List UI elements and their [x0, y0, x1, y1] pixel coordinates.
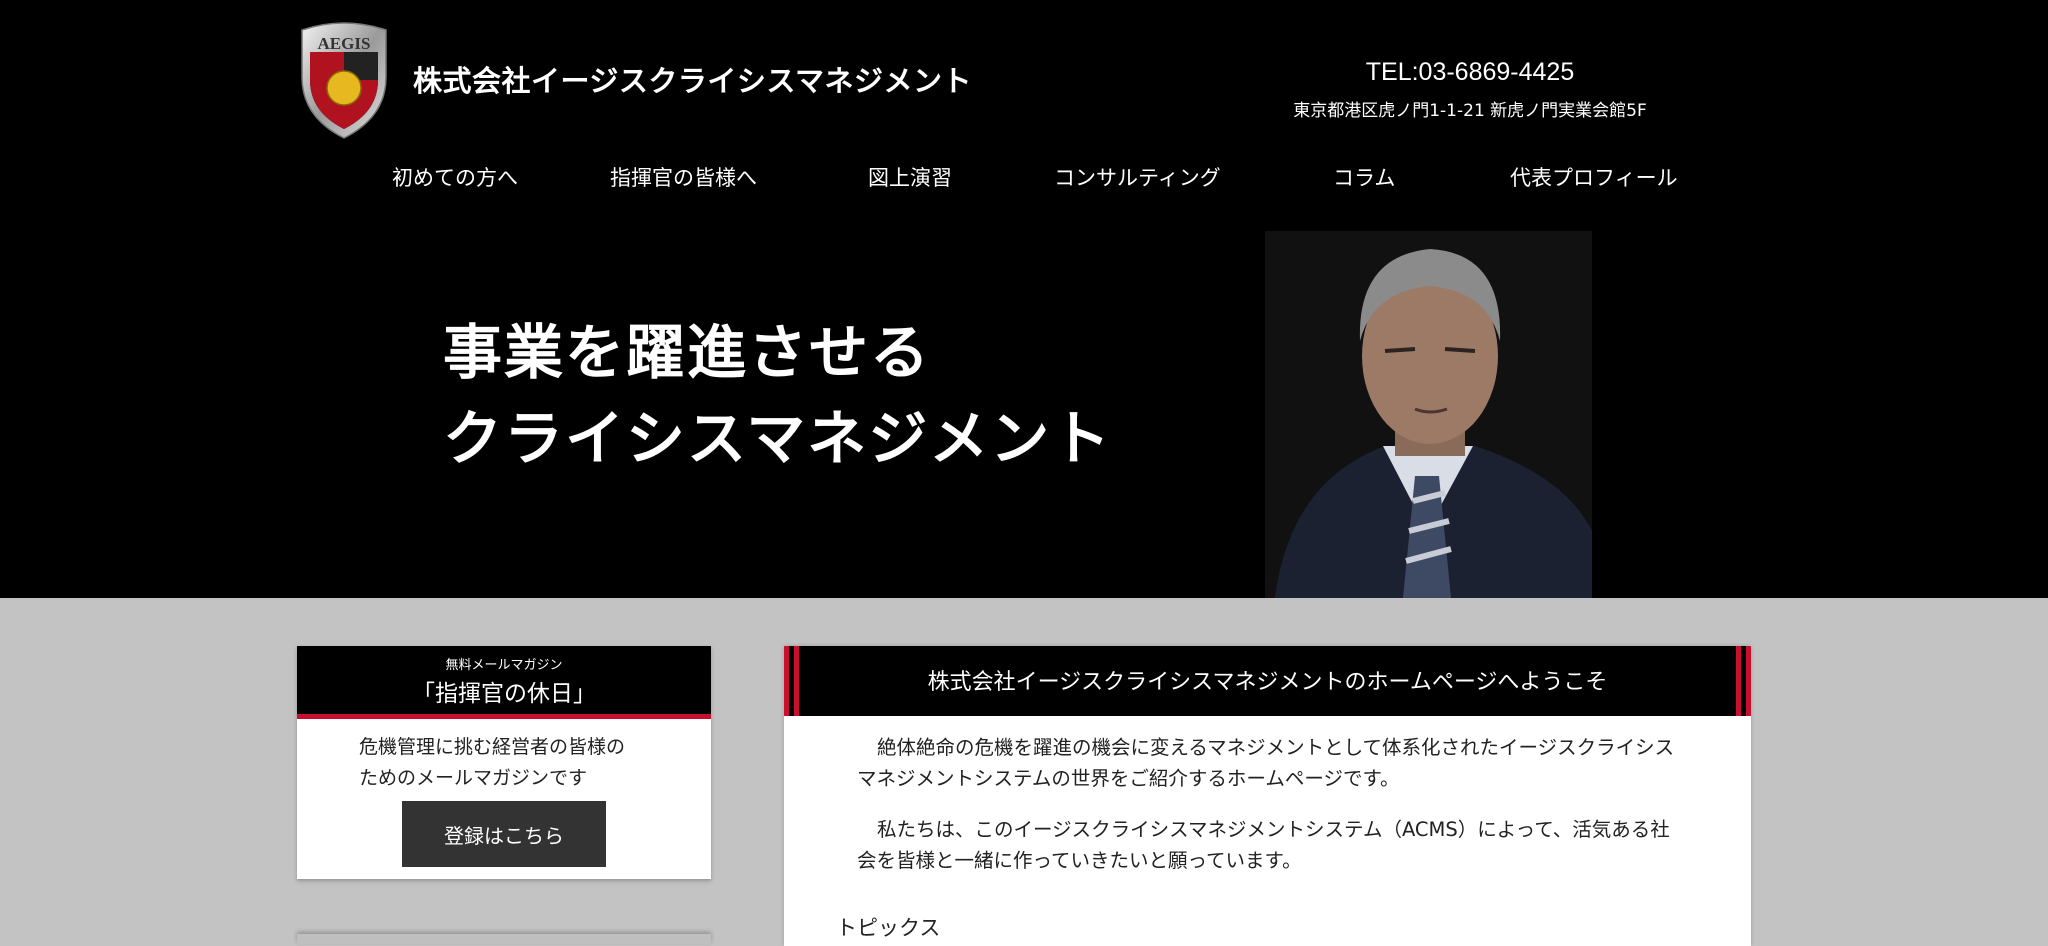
nav-item-tabletop-exercise[interactable]: 図上演習 [868, 162, 952, 192]
site-name[interactable]: 株式会社イージスクライシスマネジメント [413, 58, 972, 100]
mail-magazine-card: 無料メールマガジン 「指揮官の休日」 危機管理に挑む経営者の皆様の ためのメール… [297, 646, 711, 879]
welcome-title: 株式会社イージスクライシスマネジメントのホームページへようこそ [927, 670, 1608, 695]
mail-magazine-desc-line-2: ためのメールマガジンです [359, 767, 588, 789]
nav-item-commanders[interactable]: 指揮官の皆様へ [610, 162, 757, 192]
topics-heading: トピックス [836, 916, 941, 940]
hero-heading: 事業を躍進させる クライシスマネジメント [443, 310, 1112, 482]
mail-magazine-desc-line-1: 危機管理に挑む経営者の皆様の [359, 736, 626, 758]
welcome-paragraph-1: 絶体絶命の危機を躍進の機会に変えるマネジメントとして体系化されたイージスクライシ… [857, 736, 1675, 790]
nav-item-consulting[interactable]: コンサルティング [1054, 162, 1221, 192]
register-button[interactable]: 登録はこちら [402, 801, 606, 867]
ceo-portrait [1265, 231, 1592, 598]
welcome-panel: 株式会社イージスクライシスマネジメントのホームページへようこそ 絶体絶命の危機を… [784, 646, 1751, 946]
svg-text:AEGIS: AEGIS [318, 34, 371, 53]
phone-number: TEL:03-6869-4425 [1365, 58, 1575, 86]
nav-item-column[interactable]: コラム [1333, 162, 1395, 192]
company-address: 東京都港区虎ノ門1-1-21 新虎ノ門実業会館5F [1293, 101, 1647, 121]
nav-item-ceo-profile[interactable]: 代表プロフィール [1510, 162, 1678, 192]
welcome-header: 株式会社イージスクライシスマネジメントのホームページへようこそ [784, 646, 1751, 716]
portrait-illustration [1265, 231, 1592, 598]
hero-line-1: 事業を躍進させる [443, 318, 932, 387]
sidebar-card-2 [297, 934, 711, 944]
welcome-paragraph-2: 私たちは、このイージスクライシスマネジメントシステム（ACMS）によって、活気あ… [857, 818, 1670, 872]
nav-item-first-time[interactable]: 初めての方へ [392, 162, 518, 192]
mail-magazine-description: 危機管理に挑む経営者の皆様の ためのメールマガジンです [359, 732, 679, 794]
hero-line-2: クライシスマネジメント [443, 404, 1113, 473]
mail-magazine-header: 無料メールマガジン 「指揮官の休日」 [297, 646, 711, 719]
main-nav: 初めての方へ 指揮官の皆様へ 図上演習 コンサルティング コラム 代表プロフィー… [340, 162, 1720, 196]
aegis-shield-logo[interactable]: AEGIS [294, 22, 394, 140]
mail-magazine-kicker: 無料メールマガジン [445, 658, 563, 673]
mail-magazine-title: 「指揮官の休日」 [412, 681, 596, 707]
